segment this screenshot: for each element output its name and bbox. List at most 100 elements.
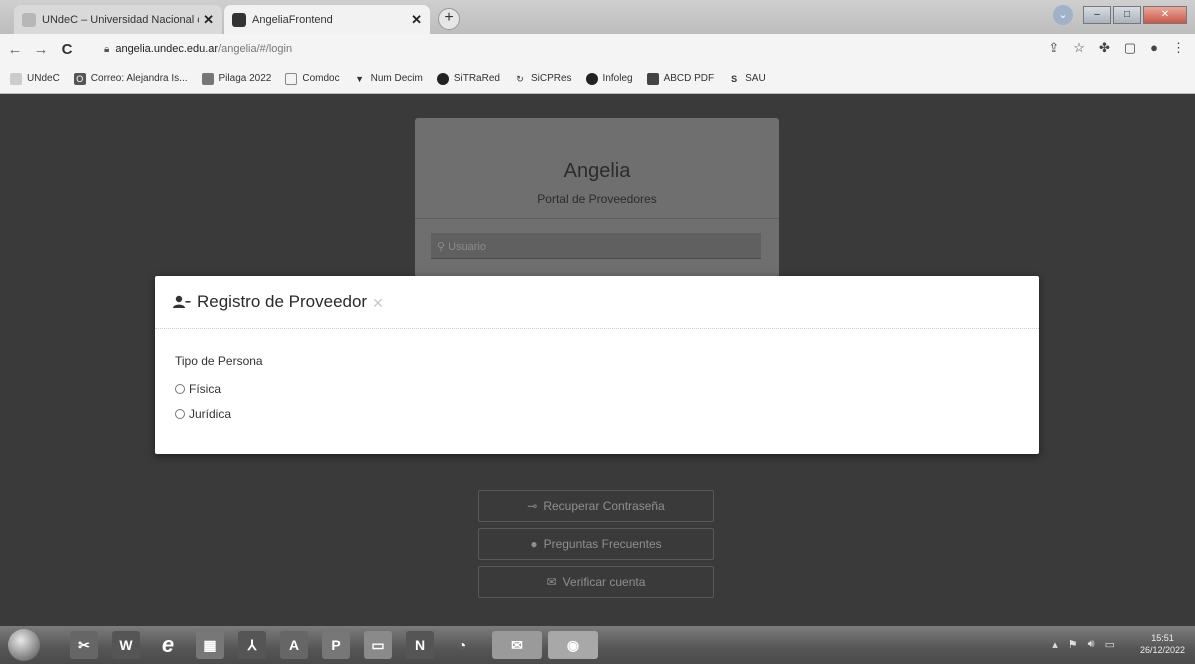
envelope-icon: ✉ — [546, 575, 557, 589]
close-window-button[interactable]: ✕ — [1143, 6, 1187, 24]
network-icon[interactable]: ▭ — [1105, 638, 1115, 651]
flag-icon[interactable]: ⚑ — [1068, 638, 1078, 651]
comdoc-icon — [285, 72, 298, 85]
bookmark-infoleg[interactable]: Infoleg — [585, 72, 633, 85]
browser-tab-strip: UNdeC – Universidad Nacional c ✕ Angelia… — [0, 0, 1195, 34]
system-tray: ▴ ⚑ 🔊︎ ▭ — [1052, 638, 1115, 651]
bookmark-correo[interactable]: O Correo: Alejandra Is... — [73, 72, 188, 85]
clock[interactable]: 15:51 26/12/2022 — [1140, 632, 1185, 656]
radio-juridica[interactable]: Jurídica — [175, 407, 263, 421]
lock-icon[interactable]: 🔒︎ — [104, 44, 109, 55]
outlook-icon: O — [73, 72, 86, 85]
snipping-icon[interactable]: ✂ — [70, 631, 98, 659]
forward-icon[interactable]: → — [30, 41, 52, 58]
bookmark-label: Infoleg — [602, 73, 633, 84]
powerpoint-icon[interactable]: P — [322, 631, 350, 659]
radio-label: Jurídica — [189, 407, 232, 421]
reload-icon[interactable]: C — [56, 41, 78, 58]
browser-toolbar-right: ⇪ ☆ ✤ ▢ ● ⋮ — [1048, 40, 1185, 56]
tab-search-icon[interactable]: ⌄ — [1053, 5, 1073, 25]
bookmark-label: Num Decim — [370, 73, 423, 84]
tray-arrow-icon[interactable]: ▴ — [1052, 638, 1058, 651]
verify-account-label: Verificar cuenta — [562, 575, 646, 589]
bookmark-label: Pilaga 2022 — [218, 73, 272, 84]
tab-title: AngeliaFrontend — [252, 13, 333, 26]
tab-title: UNdeC – Universidad Nacional c — [42, 13, 200, 26]
access-icon[interactable]: A — [280, 631, 308, 659]
clock-time: 15:51 — [1151, 633, 1174, 643]
sitrared-icon — [436, 72, 449, 85]
person-type-label: Tipo de Persona — [175, 354, 263, 368]
start-button[interactable] — [8, 629, 40, 661]
recover-password-button[interactable]: ⊸ Recuperar Contraseña — [478, 490, 714, 522]
bookmark-abcdpdf[interactable]: ABCD PDF — [646, 72, 715, 85]
infoleg-icon — [585, 72, 598, 85]
maximize-button[interactable]: □ — [1113, 6, 1141, 24]
bookmark-comdoc[interactable]: Comdoc — [285, 72, 340, 85]
bookmark-sitrared[interactable]: SiTRaRed — [436, 72, 500, 85]
bookmark-numdecim[interactable]: ▼ Num Decim — [354, 73, 423, 85]
url-field[interactable]: 🔒︎ angelia.undec.edu.ar/angelia/#/login — [104, 38, 974, 60]
username-placeholder: Usuario — [448, 241, 487, 253]
radio-fisica[interactable]: Física — [175, 382, 263, 396]
chrome-icon[interactable]: ◉ — [548, 631, 598, 659]
extensions-icon[interactable]: ✤ — [1099, 40, 1110, 56]
bookmark-label: SAU — [745, 73, 766, 84]
minimize-button[interactable]: – — [1083, 6, 1111, 24]
bookmark-pilaga[interactable]: Pilaga 2022 — [201, 72, 272, 85]
verify-account-button[interactable]: ✉ Verificar cuenta — [478, 566, 714, 598]
close-tab-icon[interactable]: ✕ — [411, 12, 422, 28]
app-icon[interactable]: ◔ — [448, 631, 476, 659]
username-input[interactable]: ⚲ Usuario — [431, 233, 761, 259]
faq-label: Preguntas Frecuentes — [543, 537, 662, 551]
login-card: Angelia Portal de Proveedores ⚲ Usuario — [415, 118, 779, 278]
radio-button[interactable] — [175, 409, 185, 419]
register-provider-modal: Registro de Proveedor ✕ Tipo de Persona … — [155, 276, 1039, 454]
close-tab-icon[interactable]: ✕ — [203, 12, 214, 28]
key-icon: ⊸ — [527, 499, 538, 513]
volume-icon[interactable]: 🔊︎ — [1088, 638, 1095, 651]
url-host: angelia.undec.edu.ar — [115, 43, 219, 55]
clock-date: 26/12/2022 — [1139, 645, 1185, 655]
address-bar: ← → C 🔒︎ angelia.undec.edu.ar/angelia/#/… — [0, 34, 1195, 64]
word-icon[interactable]: W — [112, 631, 140, 659]
acrobat-icon[interactable]: ⅄ — [238, 631, 266, 659]
bookmark-sicpres[interactable]: ↻ SiCPRes — [514, 73, 571, 85]
sau-icon: S — [731, 73, 738, 84]
onenote-icon[interactable]: N — [406, 631, 434, 659]
numdecim-icon: ▼ — [355, 73, 365, 84]
bookmark-undec[interactable]: UNdeC — [10, 72, 60, 85]
bookmark-sau[interactable]: S SAU — [728, 73, 766, 85]
tab-angelia[interactable]: AngeliaFrontend ✕ — [224, 5, 430, 34]
ie-icon[interactable]: e — [154, 631, 182, 659]
calculator-icon[interactable]: ▦ — [196, 631, 224, 659]
angular-favicon-icon — [232, 12, 246, 27]
faq-button[interactable]: ● Preguntas Frecuentes — [478, 528, 714, 560]
back-icon[interactable]: ← — [4, 41, 26, 58]
sicpres-icon: ↻ — [516, 73, 524, 84]
radio-button[interactable] — [175, 384, 185, 394]
bookmark-label: Correo: Alejandra Is... — [90, 73, 188, 84]
modal-header: Registro de Proveedor ✕ — [155, 276, 1039, 329]
app-subtitle: Portal de Proveedores — [537, 192, 657, 206]
mail-icon[interactable]: ✉ — [492, 631, 542, 659]
new-tab-button[interactable]: + — [438, 8, 460, 30]
share-icon[interactable]: ⇪ — [1048, 40, 1059, 56]
menu-icon[interactable]: ⋮ — [1172, 40, 1185, 56]
window-controls: ⌄ – □ ✕ — [1053, 5, 1187, 25]
radio-label: Física — [189, 382, 222, 396]
folder-icon[interactable]: ▭ — [364, 631, 392, 659]
undec-favicon-icon — [22, 12, 36, 27]
side-panel-icon[interactable]: ▢ — [1124, 40, 1136, 56]
modal-title: Registro de Proveedor — [197, 292, 368, 311]
bookmark-label: Comdoc — [302, 73, 340, 84]
undec-icon — [10, 72, 22, 85]
modal-body: Tipo de Persona Física Jurídica — [175, 354, 263, 432]
close-icon[interactable]: ✕ — [372, 295, 384, 312]
divider — [415, 218, 779, 219]
bookmark-star-icon[interactable]: ☆ — [1073, 40, 1085, 56]
pilaga-icon — [201, 72, 214, 85]
profile-icon[interactable]: ● — [1150, 40, 1158, 56]
tab-undec[interactable]: UNdeC – Universidad Nacional c ✕ — [14, 5, 222, 34]
bookmark-label: ABCD PDF — [663, 73, 715, 84]
